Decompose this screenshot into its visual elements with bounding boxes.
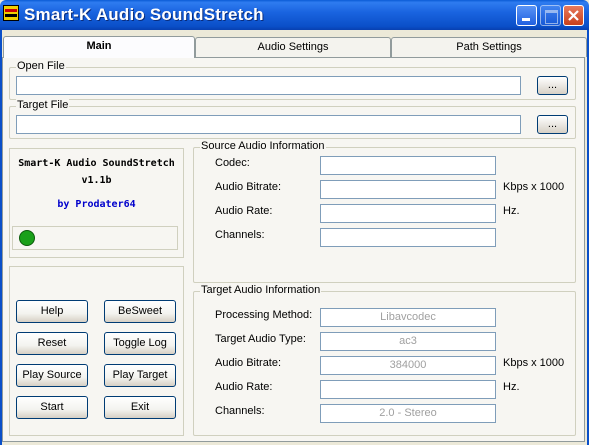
maximize-button — [540, 5, 561, 26]
about-app-name: Smart-K Audio SoundStretch — [18, 158, 175, 169]
close-button[interactable] — [563, 5, 584, 26]
target-bitrate-unit: Kbps x 1000 — [503, 357, 565, 369]
source-codec-label: Codec: — [215, 157, 250, 169]
target-file-input[interactable] — [16, 115, 521, 134]
target-method-field[interactable]: Libavcodec — [320, 308, 496, 327]
target-rate-field[interactable] — [320, 380, 496, 399]
app-icon[interactable] — [3, 5, 19, 21]
target-rate-unit: Hz. — [503, 381, 520, 393]
target-type-label: Target Audio Type: — [215, 333, 306, 345]
help-button[interactable]: Help — [16, 300, 88, 323]
source-audio-legend: Source Audio Information — [200, 140, 326, 152]
source-channels-label: Channels: — [215, 229, 265, 241]
source-bitrate-field[interactable] — [320, 180, 496, 199]
target-channels-label: Channels: — [215, 405, 265, 417]
source-rate-label: Audio Rate: — [215, 205, 273, 217]
about-version: v1.1b — [81, 175, 112, 186]
target-file-browse-button[interactable]: ... — [537, 115, 568, 134]
minimize-button[interactable] — [516, 5, 537, 26]
target-method-label: Processing Method: — [215, 309, 313, 321]
open-file-browse-button[interactable]: ... — [537, 76, 568, 95]
source-rate-field[interactable] — [320, 204, 496, 223]
reset-button[interactable]: Reset — [16, 332, 88, 355]
target-rate-label: Audio Rate: — [215, 381, 273, 393]
close-icon — [568, 10, 579, 21]
status-box — [12, 226, 178, 250]
exit-button[interactable]: Exit — [104, 396, 176, 419]
target-type-field[interactable]: ac3 — [320, 332, 496, 351]
source-bitrate-label: Audio Bitrate: — [215, 181, 282, 193]
toggle-log-button[interactable]: Toggle Log — [104, 332, 176, 355]
start-button[interactable]: Start — [16, 396, 88, 419]
target-channels-field[interactable]: 2.0 - Stereo — [320, 404, 496, 423]
source-rate-unit: Hz. — [503, 205, 520, 217]
open-file-input[interactable] — [16, 76, 521, 95]
about-author: by Prodater64 — [57, 199, 136, 210]
status-light-icon — [19, 230, 35, 246]
play-source-button[interactable]: Play Source — [16, 364, 88, 387]
besweet-button[interactable]: BeSweet — [104, 300, 176, 323]
target-audio-legend: Target Audio Information — [200, 284, 322, 296]
tab-path-settings[interactable]: Path Settings — [391, 37, 587, 57]
source-codec-field[interactable] — [320, 156, 496, 175]
window-title: Smart-K Audio SoundStretch — [24, 5, 264, 24]
tab-main[interactable]: Main — [3, 36, 195, 58]
target-bitrate-label: Audio Bitrate: — [215, 357, 282, 369]
play-target-button[interactable]: Play Target — [104, 364, 176, 387]
target-bitrate-field[interactable]: 384000 — [320, 356, 496, 375]
title-bar[interactable]: Smart-K Audio SoundStretch — [0, 0, 589, 30]
source-bitrate-unit: Kbps x 1000 — [503, 181, 565, 193]
source-channels-field[interactable] — [320, 228, 496, 247]
open-file-legend: Open File — [16, 60, 66, 72]
tab-audio-settings[interactable]: Audio Settings — [195, 37, 391, 57]
target-file-legend: Target File — [16, 99, 70, 111]
